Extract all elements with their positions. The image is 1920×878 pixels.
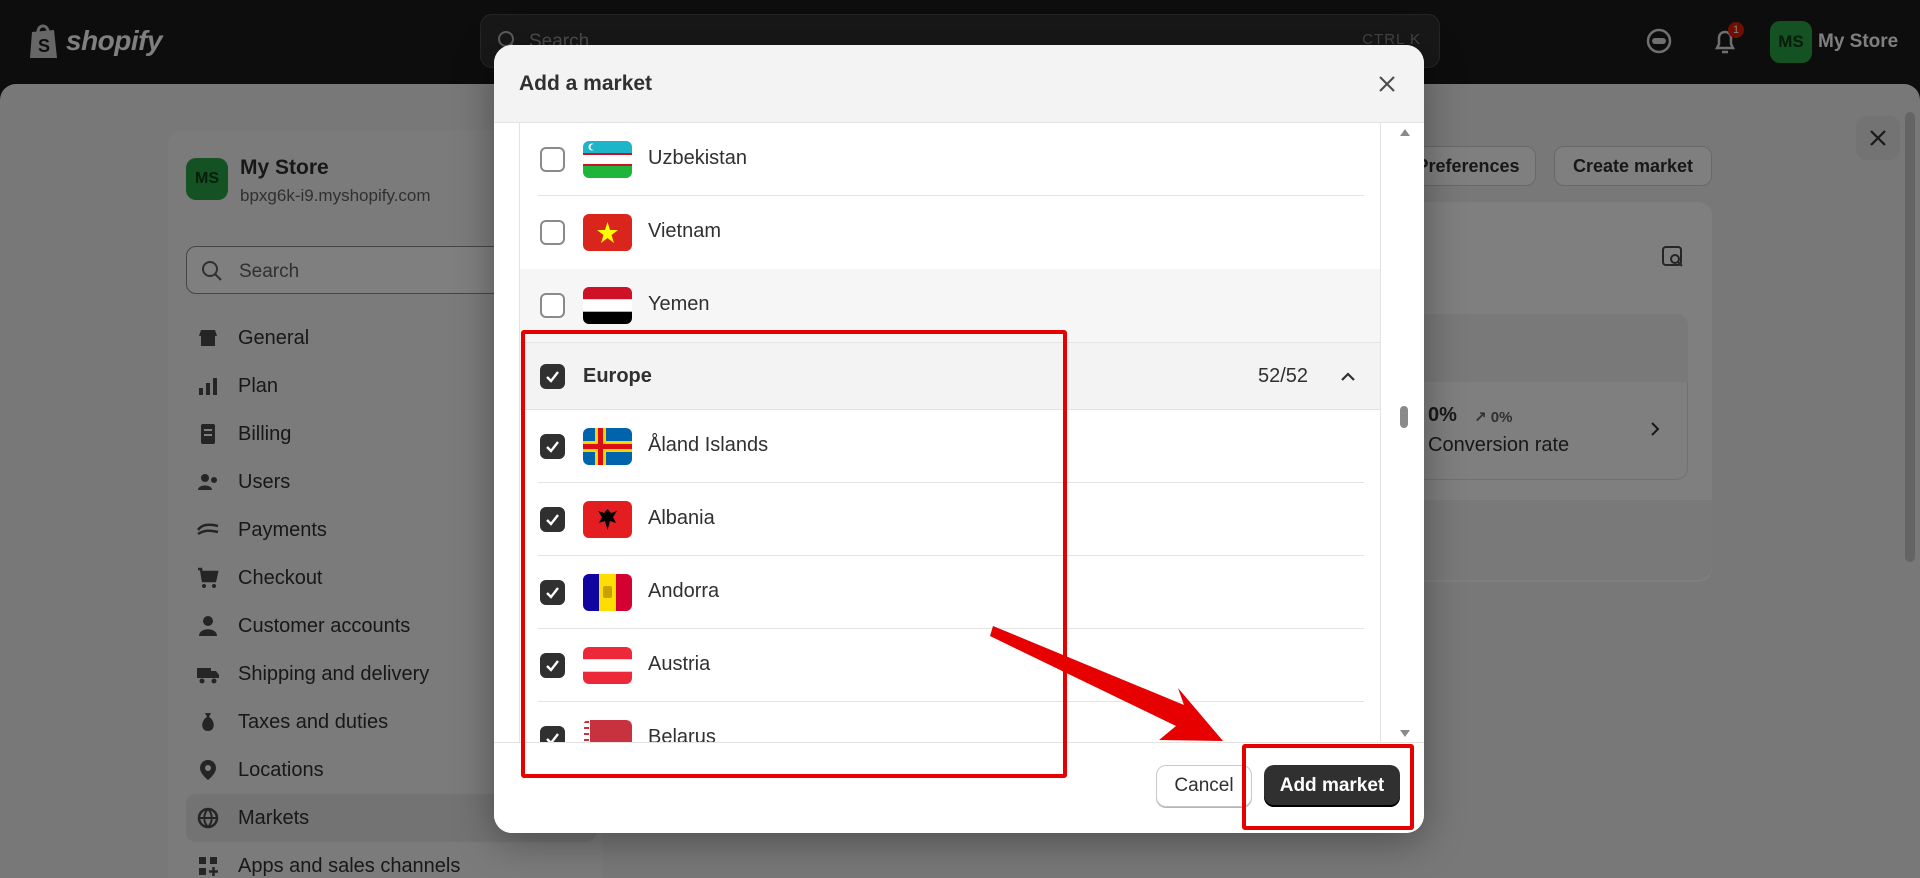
annotation-arrow-icon: [990, 626, 1223, 741]
